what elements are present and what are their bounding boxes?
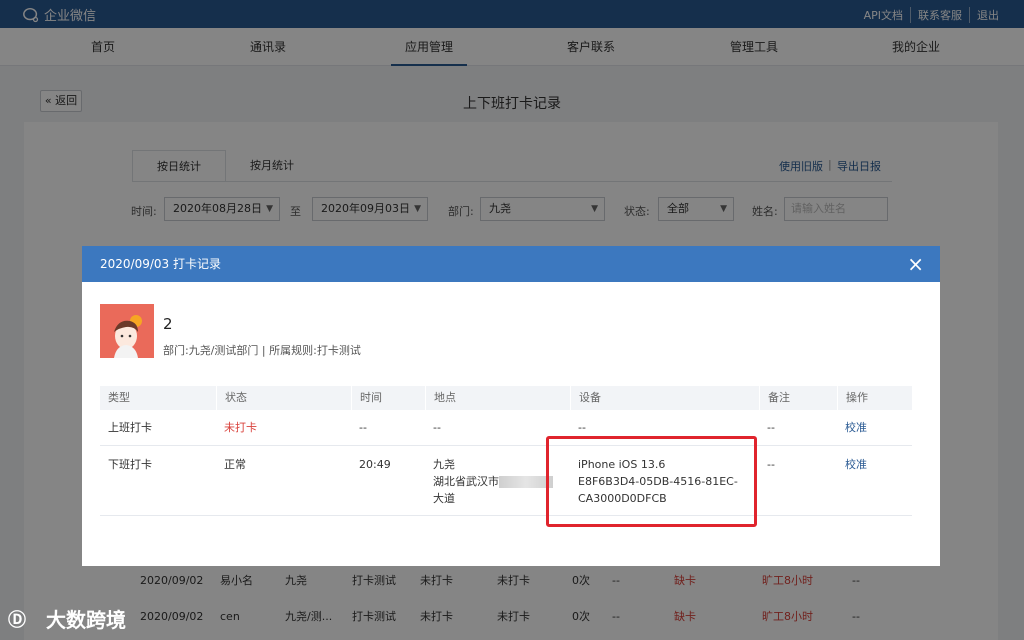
col-location: 地点: [425, 386, 570, 410]
calibrate-link[interactable]: 校准: [845, 410, 867, 446]
table-row: 上班打卡 未打卡 -- -- -- -- 校准: [100, 410, 912, 446]
table-row: 下班打卡 正常 20:49 九尧 湖北省武汉市 大道 iPhone iOS 13…: [100, 446, 912, 516]
col-device: 设备: [570, 386, 759, 410]
calibrate-link[interactable]: 校准: [845, 456, 867, 473]
checkin-record-modal: 2020/09/03 打卡记录 × 2 部门:九尧/测试部门 | 所属规则:打卡…: [82, 246, 940, 566]
close-icon[interactable]: ×: [907, 246, 924, 282]
modal-header: 2020/09/03 打卡记录 ×: [82, 246, 940, 282]
user-info: 部门:九尧/测试部门 | 所属规则:打卡测试: [163, 344, 361, 357]
location-cell: 九尧 湖北省武汉市 大道: [433, 456, 553, 507]
svg-text:Ⓓ: Ⓓ: [8, 609, 26, 631]
modal-title: 2020/09/03 打卡记录: [100, 257, 221, 271]
checkin-table: 类型 状态 时间 地点 设备 备注 操作 上班打卡 未打卡 -- -- -- -…: [100, 386, 912, 516]
highlight-box: [546, 436, 757, 527]
watermark-text: 大数跨境: [46, 608, 126, 632]
avatar-image: [100, 304, 154, 358]
avatar: [100, 304, 154, 358]
col-status: 状态: [216, 386, 351, 410]
watermark: Ⓓ 大数跨境: [8, 604, 126, 633]
col-action: 操作: [837, 386, 912, 410]
watermark-logo-icon: Ⓓ: [8, 609, 26, 631]
table-header: 类型 状态 时间 地点 设备 备注 操作: [100, 386, 912, 410]
col-time: 时间: [351, 386, 425, 410]
col-type: 类型: [108, 391, 130, 404]
col-note: 备注: [759, 386, 837, 410]
user-name: 2: [163, 315, 173, 333]
redacted-address: [499, 476, 553, 488]
